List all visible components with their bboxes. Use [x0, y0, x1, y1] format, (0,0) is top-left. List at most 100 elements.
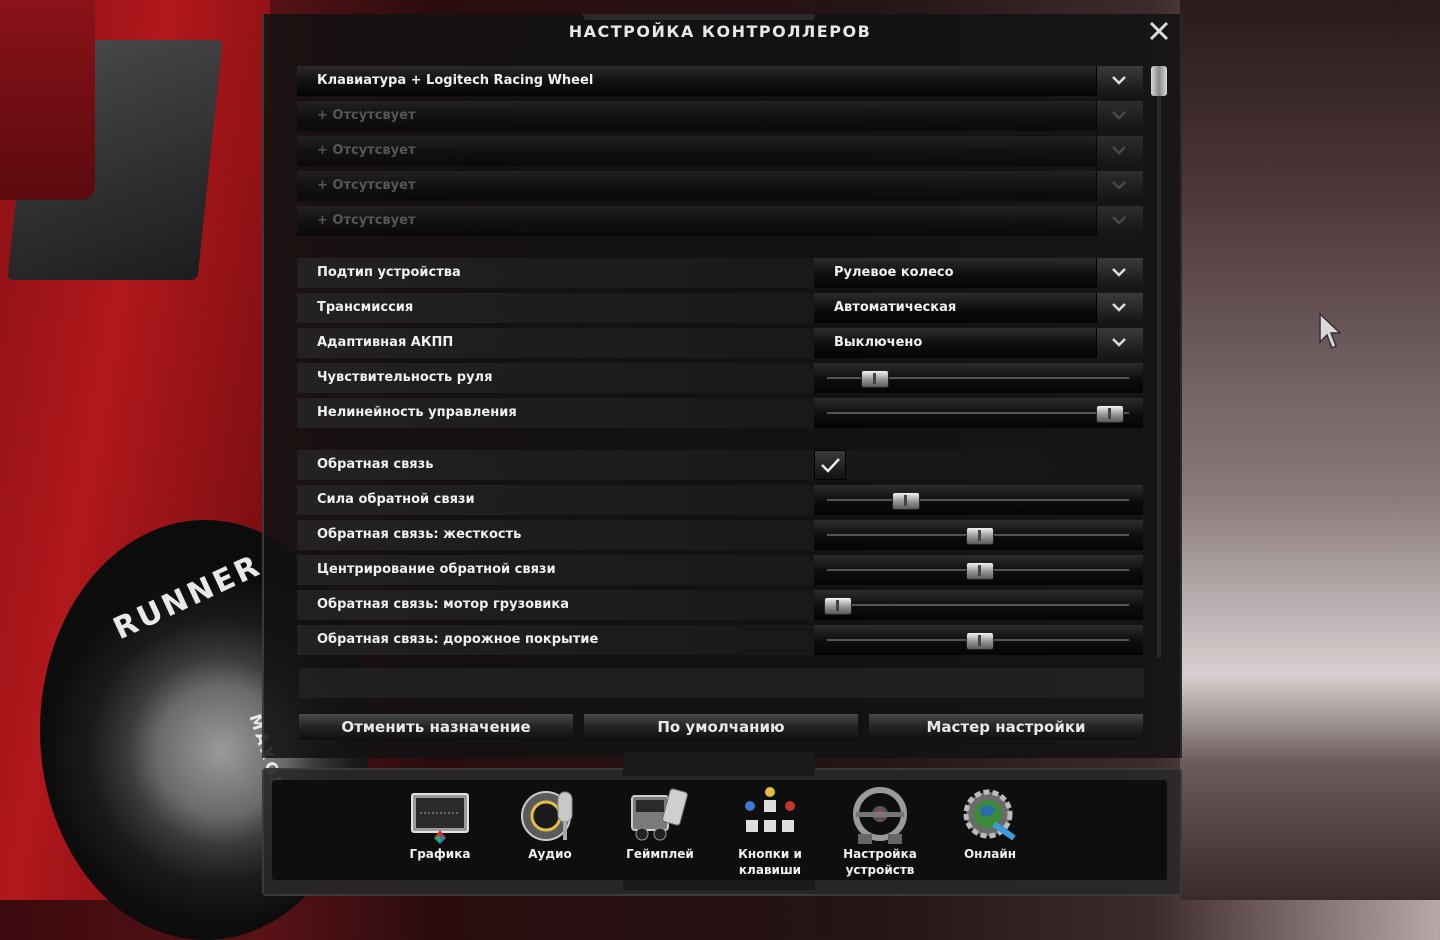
slider-track [827, 412, 1129, 414]
chevron-down-icon [1112, 216, 1126, 225]
setting-feedback-centering: Центрирование обратной связи [297, 555, 1143, 585]
dropdown-button[interactable] [1096, 101, 1143, 131]
slider-knob[interactable] [860, 370, 889, 388]
window-title: НАСТРОЙКА КОНТРОЛЛЕРОВ [568, 22, 872, 41]
select-value: Автоматическая [834, 300, 957, 315]
setting-label: Адаптивная АКПП [317, 335, 454, 350]
chevron-down-icon [1112, 338, 1126, 347]
audio-microphone-icon [521, 791, 573, 841]
setting-label: Обратная связь: жесткость [317, 527, 522, 542]
scrollbar-thumb[interactable] [1151, 66, 1167, 96]
adaptive-akpp-select[interactable]: Выключено [814, 328, 1143, 358]
feedback-checkbox[interactable] [814, 450, 846, 480]
controller-label: Клавиатура + Logitech Racing Wheel [317, 73, 594, 88]
background-scene-right [1180, 0, 1440, 900]
menu-item-graphics[interactable]: Графика [390, 786, 490, 882]
dropdown-button[interactable] [1096, 206, 1143, 236]
menu-item-gameplay[interactable]: Геймплей [610, 786, 710, 882]
setting-feedback-engine: Обратная связь: мотор грузовика [297, 590, 1143, 620]
menu-item-online[interactable]: Онлайн [940, 786, 1040, 882]
graphics-monitor-icon [411, 793, 469, 844]
setting-label: Обратная связь: дорожное покрытие [317, 632, 599, 647]
setting-label: Сила обратной связи [317, 492, 475, 507]
setting-label: Нелинейность управления [317, 405, 517, 420]
setting-control-nonlinearity: Нелинейность управления [297, 398, 1143, 428]
feedback-strength-slider[interactable] [814, 485, 1143, 515]
feedback-engine-slider[interactable] [814, 590, 1143, 620]
chevron-down-icon [1112, 111, 1126, 120]
slider-knob[interactable] [1096, 405, 1125, 423]
setting-label: Чувствительность руля [317, 370, 493, 385]
device-subtype-select[interactable]: Рулевое колесо [814, 258, 1143, 288]
gameplay-truck-icon [631, 788, 688, 841]
menu-tab [623, 752, 815, 776]
defaults-button[interactable]: По умолчанию [584, 714, 858, 740]
setting-steering-sensitivity: Чувствительность руля [297, 363, 1143, 393]
transmission-select[interactable]: Автоматическая [814, 293, 1143, 323]
dropdown-button[interactable] [1096, 66, 1143, 96]
chevron-down-icon [1112, 303, 1126, 312]
panel-top-tab [583, 14, 815, 20]
chevron-down-icon [1112, 181, 1126, 190]
controller-select-2[interactable]: + Отсутсвует [297, 101, 1143, 131]
menu-label: Графика [409, 847, 471, 861]
feedback-stiffness-slider[interactable] [814, 520, 1143, 550]
controller-select-4[interactable]: + Отсутсвует [297, 171, 1143, 201]
slider-knob[interactable] [965, 527, 994, 545]
unassign-button[interactable]: Отменить назначение [299, 714, 573, 740]
controller-select-3[interactable]: + Отсутсвует [297, 136, 1143, 166]
menu-item-buttons-keys[interactable]: Кнопки и клавиши [720, 786, 820, 882]
select-value: Рулевое колесо [834, 265, 954, 280]
dropdown-button[interactable] [1096, 171, 1143, 201]
setting-label: Подтип устройства [317, 265, 461, 280]
controller-label: + Отсутсвует [317, 213, 416, 228]
menu-label: Онлайн [963, 847, 1017, 861]
feedback-centering-slider[interactable] [814, 555, 1143, 585]
control-nonlinearity-slider[interactable] [814, 398, 1143, 428]
slider-track [827, 604, 1129, 606]
scrollbar-track[interactable] [1157, 70, 1161, 658]
select-value: Выключено [834, 335, 923, 350]
menu-item-audio[interactable]: Аудио [500, 786, 600, 882]
menu-label: Геймплей [626, 847, 694, 861]
menu-label: Кнопки и клавиши [738, 847, 802, 877]
steering-wheel-icon [853, 787, 907, 844]
setting-feedback-stiffness: Обратная связь: жесткость [297, 520, 1143, 550]
dropdown-button[interactable] [1096, 328, 1143, 358]
dropdown-button[interactable] [1096, 136, 1143, 166]
chevron-down-icon [1112, 268, 1126, 277]
close-icon [1149, 21, 1169, 41]
controller-label: + Отсутсвует [317, 178, 416, 193]
wizard-button[interactable]: Мастер настройки [869, 714, 1143, 740]
controller-label: + Отсутсвует [317, 143, 416, 158]
setting-adaptive-akpp: Адаптивная АКПП Выключено [297, 328, 1143, 358]
buttons-keys-icon [745, 787, 795, 832]
setting-label: Обратная связь: мотор грузовика [317, 597, 569, 612]
dropdown-button[interactable] [1096, 293, 1143, 323]
chevron-down-icon [1112, 76, 1126, 85]
checkmark-icon [821, 458, 840, 473]
feedback-road-slider[interactable] [814, 625, 1143, 655]
slider-knob[interactable] [891, 492, 920, 510]
menu-item-devices[interactable]: Настройка устройств [830, 786, 930, 882]
setting-transmission: Трансмиссия Автоматическая [297, 293, 1143, 323]
setting-label: Трансмиссия [317, 300, 414, 315]
controller-select-1[interactable]: Клавиатура + Logitech Racing Wheel [297, 66, 1143, 96]
chevron-down-icon [1112, 146, 1126, 155]
slider-knob[interactable] [823, 597, 852, 615]
setting-feedback-strength: Сила обратной связи [297, 485, 1143, 515]
menu-label: Аудио [528, 847, 572, 861]
setting-label: Центрирование обратной связи [317, 562, 556, 577]
close-button[interactable] [1146, 20, 1172, 46]
dropdown-button[interactable] [1096, 258, 1143, 288]
controller-select-5[interactable]: + Отсутсвует [297, 206, 1143, 236]
slider-knob[interactable] [965, 562, 994, 580]
truck-mirror [0, 0, 95, 200]
slider-knob[interactable] [965, 632, 994, 650]
setting-feedback-road: Обратная связь: дорожное покрытие [297, 625, 1143, 655]
menu-label: Настройка устройств [843, 847, 917, 877]
online-globe-icon [963, 789, 1016, 841]
steering-sensitivity-slider[interactable] [814, 363, 1143, 393]
empty-row [299, 668, 1144, 698]
setting-label: Обратная связь [317, 457, 434, 472]
